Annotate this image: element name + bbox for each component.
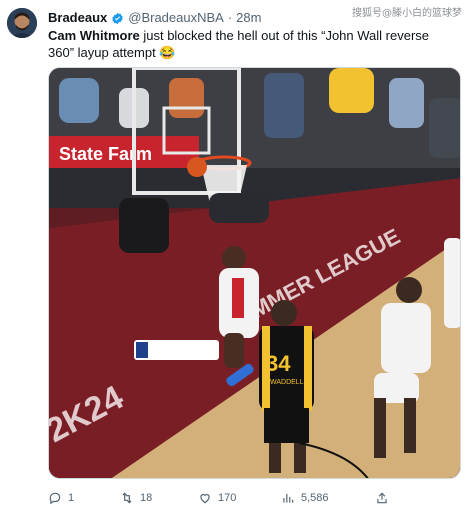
- heart-icon: [200, 494, 210, 504]
- tweet-media-image[interactable]: State Farm SUMMER LEAGUE 2K24 34 WADDELL: [48, 67, 461, 479]
- jersey-number: 34: [266, 351, 291, 376]
- avatar-image: [7, 8, 37, 38]
- tweet-header: Bradeaux @BradeauxNBA · 28m: [48, 10, 261, 26]
- repost-count: 18: [140, 492, 153, 504]
- avatar[interactable]: [7, 8, 37, 38]
- verified-badge-icon: [112, 12, 123, 24]
- basketball-photo: State Farm SUMMER LEAGUE 2K24 34 WADDELL: [49, 68, 460, 478]
- views-count: 5,586: [301, 492, 329, 504]
- like-button[interactable]: 170: [198, 491, 236, 505]
- bar-chart-icon: [283, 493, 294, 503]
- author-handle[interactable]: @BradeauxNBA: [128, 10, 224, 26]
- reply-button[interactable]: 1: [48, 491, 74, 505]
- views-button[interactable]: 5,586: [281, 491, 329, 505]
- tweet-text: Cam Whitmore just blocked the hell out o…: [48, 27, 458, 61]
- tweet-card[interactable]: Bradeaux @BradeauxNBA · 28m Cam Whitmore…: [0, 0, 474, 515]
- reply-icon: [49, 492, 61, 505]
- repost-icon: [122, 492, 132, 504]
- tweet-actions: 1 18 170 5,586: [48, 491, 461, 509]
- repost-button[interactable]: 18: [120, 491, 152, 505]
- jersey-name: WADDELL: [270, 379, 304, 386]
- reply-count: 1: [68, 492, 75, 504]
- like-count: 170: [218, 492, 237, 504]
- share-icon: [377, 492, 387, 504]
- banner-text: State Farm: [59, 144, 152, 164]
- tweet-timestamp[interactable]: 28m: [236, 10, 261, 26]
- mentioned-player: Cam Whitmore: [48, 28, 140, 43]
- separator-dot: ·: [227, 10, 233, 25]
- author-name[interactable]: Bradeaux: [48, 10, 107, 26]
- share-button[interactable]: [375, 491, 389, 505]
